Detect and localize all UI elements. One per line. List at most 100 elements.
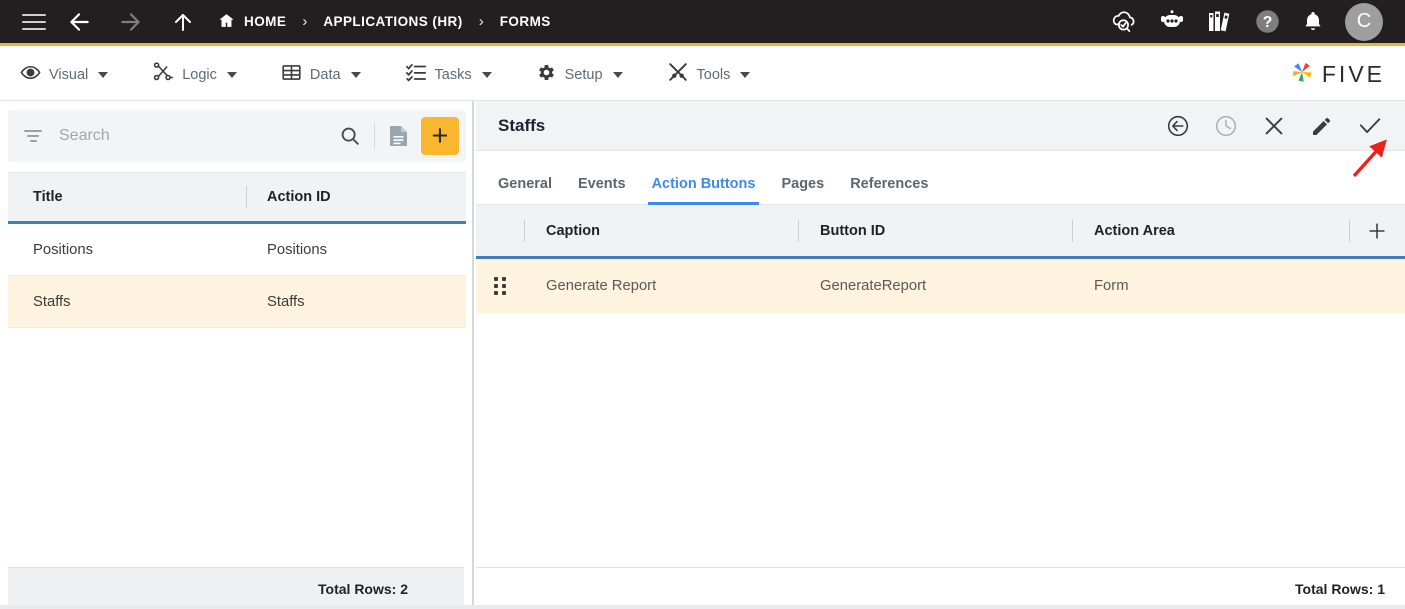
total-rows-label: Total Rows: 2 <box>318 581 464 597</box>
tab-pages[interactable]: Pages <box>781 176 824 204</box>
cell-action-area: Form <box>1072 278 1349 294</box>
menu-visual[interactable]: Visual <box>20 62 108 88</box>
column-header-button-id[interactable]: Button ID <box>798 223 1072 239</box>
forms-grid-footer: Total Rows: 2 <box>8 567 464 609</box>
books-icon[interactable] <box>1206 9 1234 35</box>
action-buttons-grid-header: Caption Button ID Action Area <box>476 205 1405 259</box>
menu-setup[interactable]: Setup <box>536 62 623 88</box>
avatar[interactable]: C <box>1345 3 1383 41</box>
column-header-button-id-label: Button ID <box>820 223 885 239</box>
menu-visual-label: Visual <box>49 67 88 83</box>
window-bottom-strip <box>0 605 1405 609</box>
breadcrumb-label-home: HOME <box>244 14 286 29</box>
menu-data-label: Data <box>310 67 341 83</box>
search-bar: + <box>8 110 466 162</box>
column-header-caption-label: Caption <box>546 223 600 239</box>
form-detail-header: Staffs <box>476 101 1405 151</box>
cell-action-id: Staffs <box>246 294 466 310</box>
table-row[interactable]: Staffs Staffs <box>8 276 466 328</box>
breadcrumb-separator: › <box>302 13 307 30</box>
breadcrumb: HOME › APPLICATIONS (HR) › FORMS <box>218 12 551 32</box>
menu-logic-label: Logic <box>182 67 217 83</box>
up-arrow-icon[interactable] <box>164 3 202 41</box>
cell-action-id: Positions <box>246 242 466 258</box>
close-icon[interactable] <box>1261 113 1287 139</box>
column-separator <box>798 220 799 242</box>
menu-setup-label: Setup <box>565 67 603 83</box>
tab-references[interactable]: References <box>850 176 928 204</box>
top-bar-actions: ? C <box>1110 3 1405 41</box>
plus-icon: + <box>432 123 449 149</box>
document-icon[interactable] <box>382 119 416 153</box>
eye-icon <box>20 62 41 88</box>
menu-tools-label: Tools <box>697 67 731 83</box>
cloud-check-icon[interactable] <box>1110 8 1138 36</box>
back-circle-icon[interactable] <box>1165 113 1191 139</box>
column-separator <box>246 186 247 208</box>
five-pinwheel-icon <box>1288 58 1316 91</box>
logic-nodes-icon <box>152 61 174 88</box>
search-input[interactable] <box>59 127 333 145</box>
breadcrumb-item-applications[interactable]: APPLICATIONS (HR) <box>323 14 462 29</box>
table-row[interactable]: Positions Positions <box>8 224 466 276</box>
column-header-action-id-label: Action ID <box>267 189 331 205</box>
brand-name: FIVE <box>1322 61 1385 88</box>
column-header-caption[interactable]: Caption <box>524 223 798 239</box>
chevron-down-icon <box>227 72 237 78</box>
column-header-action-id[interactable]: Action ID <box>246 189 466 205</box>
save-check-icon[interactable] <box>1357 113 1383 139</box>
drag-handle-icon[interactable] <box>476 277 524 295</box>
add-form-button[interactable]: + <box>421 117 459 155</box>
column-separator <box>1072 220 1073 242</box>
tab-action-buttons[interactable]: Action Buttons <box>652 176 756 204</box>
add-action-button[interactable] <box>1349 220 1405 242</box>
column-separator <box>524 220 525 242</box>
menu-tasks-label: Tasks <box>435 67 472 83</box>
column-separator <box>1349 220 1350 242</box>
cell-title: Staffs <box>8 294 246 310</box>
cell-caption: Generate Report <box>524 278 798 294</box>
tab-general[interactable]: General <box>498 176 552 204</box>
brand-logo: FIVE <box>1288 58 1405 91</box>
top-navigation-bar: HOME › APPLICATIONS (HR) › FORMS <box>0 0 1405 46</box>
history-clock-icon[interactable] <box>1213 113 1239 139</box>
chevron-down-icon <box>482 72 492 78</box>
form-detail-tabs: General Events Action Buttons Pages Refe… <box>476 151 1405 205</box>
robot-icon[interactable] <box>1158 9 1186 35</box>
forms-grid-header: Title Action ID <box>8 172 466 224</box>
column-header-action-area[interactable]: Action Area <box>1072 223 1349 239</box>
edit-pencil-icon[interactable] <box>1309 113 1335 139</box>
tab-events[interactable]: Events <box>578 176 626 204</box>
application-menu-bar: Visual Logic Data Tasks <box>0 49 1405 101</box>
checklist-icon <box>405 61 427 88</box>
cell-title: Positions <box>8 242 246 258</box>
chevron-down-icon <box>98 72 108 78</box>
menu-tasks[interactable]: Tasks <box>405 61 492 88</box>
menu-logic[interactable]: Logic <box>152 61 237 88</box>
form-detail-panel: Staffs General Events Action Buttons Pag… <box>476 101 1405 609</box>
search-icon[interactable] <box>333 119 367 153</box>
chevron-down-icon <box>613 72 623 78</box>
bell-icon[interactable] <box>1301 10 1325 34</box>
tools-icon <box>667 61 689 88</box>
form-detail-actions <box>1165 113 1405 139</box>
back-arrow-icon[interactable] <box>60 3 98 41</box>
column-header-title[interactable]: Title <box>8 189 246 205</box>
menu-tools[interactable]: Tools <box>667 61 751 88</box>
hamburger-icon[interactable] <box>22 14 46 30</box>
forward-arrow-icon[interactable] <box>112 3 150 41</box>
home-icon <box>218 12 235 32</box>
help-icon[interactable]: ? <box>1254 8 1281 35</box>
breadcrumb-item-home[interactable]: HOME <box>218 12 286 32</box>
column-header-action-area-label: Action Area <box>1094 223 1175 239</box>
plus-icon <box>1366 220 1388 242</box>
table-row[interactable]: Generate Report GenerateReport Form <box>476 259 1405 313</box>
menu-data[interactable]: Data <box>281 62 361 88</box>
breadcrumb-item-forms[interactable]: FORMS <box>500 14 551 29</box>
cell-button-id: GenerateReport <box>798 278 1072 294</box>
filter-icon[interactable] <box>24 130 42 142</box>
divider <box>374 122 375 150</box>
gear-icon <box>536 62 557 88</box>
chevron-down-icon <box>740 72 750 78</box>
total-rows-label: Total Rows: 1 <box>1295 581 1405 597</box>
